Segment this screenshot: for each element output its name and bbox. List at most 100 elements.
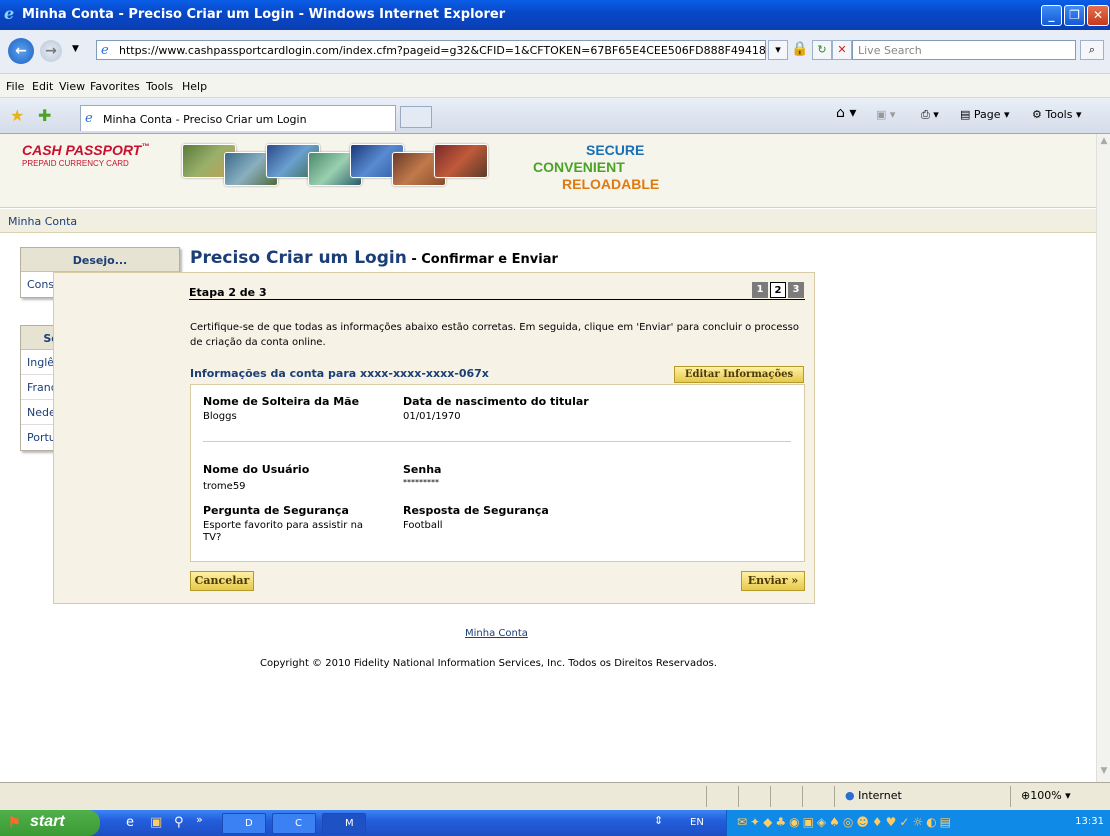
search-input[interactable]: Live Search: [852, 40, 1076, 60]
status-bar: ● Internet ⊕100% ▾: [0, 782, 1110, 810]
taskbar-button-m[interactable]: M: [322, 813, 366, 834]
start-button[interactable]: ⚑ start: [0, 810, 100, 836]
breadcrumb: Minha Conta: [0, 209, 1096, 233]
cancel-button[interactable]: Cancelar: [190, 571, 254, 591]
scroll-down-icon[interactable]: ▼: [1098, 766, 1110, 780]
menu-view[interactable]: View: [59, 80, 85, 93]
tab-page-icon: e: [85, 111, 93, 126]
taskbar-button-d[interactable]: D: [222, 813, 266, 834]
password-value: *********: [403, 478, 439, 487]
username-value: trome59: [203, 481, 246, 492]
dob-label: Data de nascimento do titular: [403, 395, 589, 408]
desejo-header: Desejo...: [21, 248, 179, 272]
cash-passport-logo[interactable]: CASH PASSPORT™: [22, 142, 149, 158]
address-input[interactable]: e https://www.cashpassportcardlogin.com/…: [96, 40, 766, 60]
submit-button[interactable]: Enviar »: [741, 571, 805, 591]
stop-icon[interactable]: ✕: [832, 40, 852, 60]
new-tab-button[interactable]: [400, 106, 432, 128]
add-favorites-icon[interactable]: ✚: [38, 106, 51, 125]
window-title: Minha Conta - Preciso Criar um Login - W…: [22, 7, 506, 22]
print-icon[interactable]: ⎙ ▾: [921, 108, 939, 122]
username-label: Nome do Usuário: [203, 463, 310, 476]
mothers-maiden-value: Bloggs: [203, 411, 237, 422]
tools-menu[interactable]: ⚙ Tools ▾: [1032, 108, 1082, 121]
maximize-button[interactable]: ❐: [1064, 5, 1085, 26]
scroll-up-icon[interactable]: ▲: [1098, 136, 1110, 150]
back-button[interactable]: ←: [8, 38, 34, 64]
globe-icon: ●: [845, 789, 855, 802]
logo-subtitle: PREPAID CURRENCY CARD: [22, 159, 129, 168]
status-section: [802, 786, 834, 807]
zone-indicator[interactable]: ● Internet: [834, 786, 1010, 807]
step-indicator: Etapa 2 de 3: [189, 282, 805, 300]
forward-button[interactable]: →: [40, 40, 62, 62]
footer-link-minha-conta[interactable]: Minha Conta: [465, 628, 528, 639]
close-button[interactable]: ✕: [1087, 5, 1109, 26]
edit-info-button[interactable]: Editar Informações: [674, 366, 804, 383]
zoom-icon: ⊕: [1021, 789, 1031, 802]
menu-help[interactable]: Help: [182, 80, 207, 93]
ie-logo-icon: e: [4, 4, 15, 23]
page-content: CASH PASSPORT™ PREPAID CURRENCY CARD SEC…: [0, 134, 1096, 782]
dob-value: 01/01/1970: [403, 411, 461, 422]
clock: 13:31: [1075, 816, 1104, 827]
address-dropdown-button[interactable]: ▾: [768, 40, 788, 60]
address-toolbar: ← → ▼ e https://www.cashpassportcardlogi…: [0, 30, 1110, 74]
copyright-text: Copyright © 2010 Fidelity National Infor…: [260, 658, 717, 669]
security-question-label: Pergunta de Segurança: [203, 504, 349, 517]
step-3: 3: [788, 282, 804, 298]
zoom-control[interactable]: ⊕100% ▾: [1010, 786, 1110, 807]
history-dropdown-icon[interactable]: ▼: [72, 44, 79, 54]
address-text: https://www.cashpassportcardlogin.com/in…: [119, 44, 766, 57]
tray-icons[interactable]: ✉✦◆♣◉▣◈♠◎☻♦♥✓☼◐▤: [737, 815, 954, 829]
card-image: [434, 144, 488, 178]
tab-bar: ★ ✚ e Minha Conta - Preciso Criar um Log…: [0, 98, 1110, 134]
home-icon[interactable]: ⌂ ▾: [836, 105, 856, 121]
menu-file[interactable]: File: [6, 80, 24, 93]
ie-quicklaunch-icon[interactable]: e: [126, 815, 134, 830]
language-indicator[interactable]: EN: [690, 817, 704, 828]
taskbar-button-c[interactable]: C: [272, 813, 316, 834]
vertical-scrollbar[interactable]: ▲ ▼: [1096, 134, 1110, 782]
security-answer-label: Resposta de Segurança: [403, 504, 549, 517]
menu-bar: File Edit View Favorites Tools Help: [0, 74, 1110, 98]
quicklaunch-more-icon[interactable]: »: [196, 813, 203, 826]
window-titlebar: e Minha Conta - Preciso Criar um Login -…: [0, 0, 1110, 30]
page-menu[interactable]: ▤ Page ▾: [960, 108, 1010, 121]
favorites-star-icon[interactable]: ★: [10, 106, 24, 125]
feeds-icon[interactable]: ▣ ▾: [876, 108, 895, 121]
account-info-header: Informações da conta para xxxx-xxxx-xxxx…: [190, 367, 489, 380]
zoom-text: 100%: [1030, 789, 1062, 802]
menu-tools[interactable]: Tools: [146, 80, 173, 93]
windows-logo-icon: ⚑: [8, 814, 21, 830]
status-section: [706, 786, 738, 807]
tab-title: Minha Conta - Preciso Criar um Login: [103, 113, 307, 126]
refresh-icon[interactable]: ↻: [812, 40, 832, 60]
minimize-button[interactable]: _: [1041, 5, 1062, 26]
menu-edit[interactable]: Edit: [32, 80, 53, 93]
search-icon[interactable]: ⌕: [1080, 40, 1104, 60]
status-section: [738, 786, 770, 807]
page-icon: e: [101, 43, 109, 58]
mothers-maiden-label: Nome de Solteira da Mãe: [203, 395, 360, 408]
quicklaunch-icon[interactable]: ⚲: [174, 815, 184, 830]
menu-favorites[interactable]: Favorites: [90, 80, 140, 93]
lock-icon[interactable]: 🔒: [790, 40, 810, 60]
expand-icon[interactable]: ⇕: [654, 814, 663, 827]
tagline-secure: SECURE: [586, 142, 645, 158]
tagline-reloadable: RELOADABLE: [562, 176, 660, 192]
system-tray: ✉✦◆♣◉▣◈♠◎☻♦♥✓☼◐▤ 13:31: [726, 810, 1110, 836]
divider: [203, 441, 791, 442]
page-title: Preciso Criar um Login - Confirmar e Env…: [190, 248, 558, 268]
taskbar: ⚑ start e ▣ ⚲ » D C M ⇕ EN ✉✦◆♣◉▣◈♠◎☻♦♥✓☼…: [0, 810, 1110, 836]
status-section: [770, 786, 802, 807]
page-subtitle: - Confirmar e Enviar: [406, 252, 558, 267]
step-2: 2: [770, 282, 786, 298]
site-header: CASH PASSPORT™ PREPAID CURRENCY CARD SEC…: [0, 134, 1096, 208]
breadcrumb-minha-conta[interactable]: Minha Conta: [8, 215, 77, 228]
instructions-text: Certifique-se de que todas as informaçõe…: [190, 322, 799, 348]
tab-minha-conta[interactable]: e Minha Conta - Preciso Criar um Login: [80, 105, 396, 131]
password-label: Senha: [403, 463, 442, 476]
tagline-convenient: CONVENIENT: [533, 159, 625, 175]
quicklaunch-icon[interactable]: ▣: [150, 815, 162, 830]
